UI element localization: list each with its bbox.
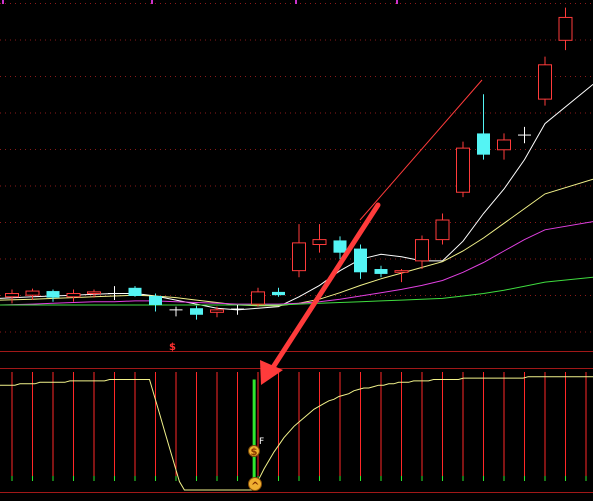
candle-body [87,291,101,295]
candle-body [558,16,573,41]
stock-chart-stage: $ $ F ^ [0,0,593,501]
candle-body [333,240,347,253]
candle-body [415,239,429,262]
ma5-line [0,84,593,311]
ma60-line [0,276,593,306]
moving-average-lines [0,84,593,311]
signal-coin-marker: $ F [248,437,264,458]
bottom-signal-symbol: ^ [251,481,259,492]
candlestick-series [5,7,573,320]
candle-body [128,287,142,296]
arrow-shaft [267,202,381,375]
candle-body [354,248,367,273]
candle-body [251,291,265,305]
candle-body [25,290,40,296]
candle-body [538,64,552,100]
arrow-head [260,360,283,385]
signal-coin-symbol: $ [251,447,258,458]
indicator-panel [0,372,593,491]
candle-body [5,293,19,298]
candle-body [66,293,81,298]
candle-body [210,309,224,313]
bottom-signal-marker: ^ [248,477,262,492]
candle-body [477,133,490,155]
candle-body [292,242,306,272]
candle-body [456,147,470,193]
candle-body [46,291,60,298]
candle-body [394,270,409,273]
candle-body [435,219,450,241]
price-signal-marker: $ [169,342,176,353]
price-panel-grid [0,0,593,333]
candle-body [312,239,327,246]
signal-coin-suffix: F [259,437,264,447]
candle-body [149,295,162,305]
candle-body [497,139,511,151]
candle-body [374,269,388,274]
candle-body [272,291,285,296]
stock-chart: $ $ F ^ [0,0,593,493]
candle-body [190,308,203,315]
